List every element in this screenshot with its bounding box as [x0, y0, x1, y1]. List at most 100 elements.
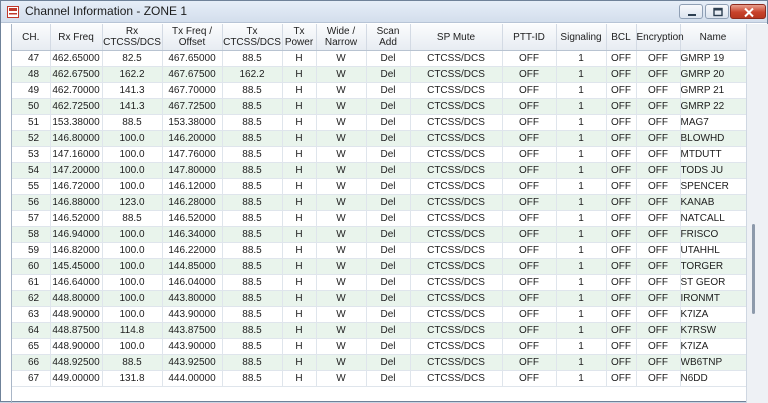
cell-encryption[interactable]: OFF	[636, 98, 681, 115]
cell-tx-freq-offset[interactable]: 146.20000	[162, 130, 223, 147]
cell-signaling[interactable]: 1	[556, 258, 607, 275]
cell-rx-ctcss-dcs[interactable]: 100.0	[102, 178, 163, 195]
cell-tx-ctcss-dcs[interactable]: 88.5	[222, 338, 283, 355]
cell-name[interactable]: FRISCO	[680, 226, 746, 243]
cell-scan-add[interactable]: Del	[366, 370, 411, 387]
cell-ch[interactable]: 52	[12, 130, 51, 147]
cell-wide-narrow[interactable]: W	[316, 130, 367, 147]
cell-tx-ctcss-dcs[interactable]: 88.5	[222, 98, 283, 115]
cell-tx-power[interactable]: H	[282, 370, 317, 387]
cell-signaling[interactable]: 1	[556, 162, 607, 179]
cell-bcl[interactable]: OFF	[606, 50, 637, 67]
cell-ptt-id[interactable]: OFF	[502, 210, 557, 227]
cell-ch[interactable]: 59	[12, 242, 51, 259]
table-row[interactable]: 67 449.00000 131.8 444.00000 88.5 H W Del CTCSS/…	[12, 370, 746, 387]
cell-encryption[interactable]: OFF	[636, 354, 681, 371]
cell-bcl[interactable]: OFF	[606, 290, 637, 307]
cell-scan-add[interactable]: Del	[366, 162, 411, 179]
cell-sp-mute[interactable]: CTCSS/DCS	[410, 146, 503, 163]
cell-wide-narrow[interactable]: W	[316, 146, 367, 163]
cell-tx-freq-offset[interactable]: 144.85000	[162, 258, 223, 275]
cell-sp-mute[interactable]: CTCSS/DCS	[410, 194, 503, 211]
cell-rx-ctcss-dcs[interactable]: 100.0	[102, 306, 163, 323]
cell-ptt-id[interactable]: OFF	[502, 50, 557, 67]
cell-signaling[interactable]: 1	[556, 50, 607, 67]
cell-tx-ctcss-dcs[interactable]: 88.5	[222, 194, 283, 211]
cell-tx-ctcss-dcs[interactable]: 88.5	[222, 210, 283, 227]
cell-signaling[interactable]: 1	[556, 130, 607, 147]
cell-name[interactable]: ST GEOR	[680, 274, 746, 291]
cell-tx-ctcss-dcs[interactable]: 88.5	[222, 274, 283, 291]
cell-ptt-id[interactable]: OFF	[502, 114, 557, 131]
cell-tx-ctcss-dcs[interactable]: 88.5	[222, 354, 283, 371]
cell-tx-freq-offset[interactable]: 153.38000	[162, 114, 223, 131]
table-row[interactable]: 51 153.38000 88.5 153.38000 88.5 H W Del CTCSS/D…	[12, 114, 746, 131]
cell-name[interactable]: K7RSW	[680, 322, 746, 339]
cell-wide-narrow[interactable]: W	[316, 322, 367, 339]
cell-tx-power[interactable]: H	[282, 274, 317, 291]
column-header-scan-add[interactable]: Scan Add	[366, 24, 411, 51]
cell-ptt-id[interactable]: OFF	[502, 306, 557, 323]
cell-rx-ctcss-dcs[interactable]: 100.0	[102, 130, 163, 147]
cell-ch[interactable]: 56	[12, 194, 51, 211]
cell-rx-freq[interactable]: 146.72000	[50, 178, 103, 195]
cell-tx-ctcss-dcs[interactable]: 88.5	[222, 370, 283, 387]
cell-bcl[interactable]: OFF	[606, 210, 637, 227]
cell-ptt-id[interactable]: OFF	[502, 130, 557, 147]
cell-name[interactable]: K7IZA	[680, 306, 746, 323]
cell-tx-ctcss-dcs[interactable]: 88.5	[222, 114, 283, 131]
cell-tx-freq-offset[interactable]: 443.87500	[162, 322, 223, 339]
cell-tx-power[interactable]: H	[282, 242, 317, 259]
cell-ptt-id[interactable]: OFF	[502, 322, 557, 339]
cell-rx-freq[interactable]: 448.80000	[50, 290, 103, 307]
cell-signaling[interactable]: 1	[556, 370, 607, 387]
table-row[interactable]: 63 448.90000 100.0 443.90000 88.5 H W Del CTCSS/…	[12, 306, 746, 323]
table-row[interactable]: 65 448.90000 100.0 443.90000 88.5 H W Del CTCSS/…	[12, 338, 746, 355]
channel-grid[interactable]: CH. Rx Freq Rx CTCSS/DCS Tx Freq / Offset Tx CT…	[11, 24, 746, 403]
cell-scan-add[interactable]: Del	[366, 194, 411, 211]
cell-rx-ctcss-dcs[interactable]: 88.5	[102, 210, 163, 227]
cell-scan-add[interactable]: Del	[366, 130, 411, 147]
cell-tx-power[interactable]: H	[282, 178, 317, 195]
cell-name[interactable]: UTAHHL	[680, 242, 746, 259]
cell-sp-mute[interactable]: CTCSS/DCS	[410, 354, 503, 371]
cell-rx-ctcss-dcs[interactable]: 141.3	[102, 82, 163, 99]
cell-name[interactable]: TODS JU	[680, 162, 746, 179]
column-header-tx-ctcss-dcs[interactable]: Tx CTCSS/DCS	[222, 24, 283, 51]
maximize-button[interactable]	[705, 4, 729, 19]
column-header-tx-power[interactable]: Tx Power	[282, 24, 317, 51]
cell-bcl[interactable]: OFF	[606, 370, 637, 387]
cell-ptt-id[interactable]: OFF	[502, 178, 557, 195]
cell-ch[interactable]: 64	[12, 322, 51, 339]
cell-signaling[interactable]: 1	[556, 82, 607, 99]
cell-scan-add[interactable]: Del	[366, 114, 411, 131]
cell-sp-mute[interactable]: CTCSS/DCS	[410, 162, 503, 179]
cell-scan-add[interactable]: Del	[366, 82, 411, 99]
cell-name[interactable]: GMRP 22	[680, 98, 746, 115]
cell-rx-ctcss-dcs[interactable]: 100.0	[102, 290, 163, 307]
cell-signaling[interactable]: 1	[556, 290, 607, 307]
cell-encryption[interactable]: OFF	[636, 162, 681, 179]
cell-encryption[interactable]: OFF	[636, 338, 681, 355]
cell-bcl[interactable]: OFF	[606, 338, 637, 355]
close-button[interactable]	[730, 4, 766, 19]
cell-wide-narrow[interactable]: W	[316, 98, 367, 115]
cell-signaling[interactable]: 1	[556, 226, 607, 243]
cell-tx-power[interactable]: H	[282, 306, 317, 323]
cell-sp-mute[interactable]: CTCSS/DCS	[410, 82, 503, 99]
cell-rx-ctcss-dcs[interactable]: 88.5	[102, 114, 163, 131]
cell-bcl[interactable]: OFF	[606, 114, 637, 131]
table-row[interactable]: 50 462.72500 141.3 467.72500 88.5 H W Del CTCSS/…	[12, 98, 746, 115]
cell-ch[interactable]: 65	[12, 338, 51, 355]
cell-wide-narrow[interactable]: W	[316, 306, 367, 323]
cell-rx-freq[interactable]: 448.90000	[50, 306, 103, 323]
cell-rx-freq[interactable]: 462.72500	[50, 98, 103, 115]
cell-ch[interactable]: 51	[12, 114, 51, 131]
cell-sp-mute[interactable]: CTCSS/DCS	[410, 370, 503, 387]
cell-tx-freq-offset[interactable]: 467.65000	[162, 50, 223, 67]
table-row[interactable]: 56 146.88000 123.0 146.28000 88.5 H W Del CTCSS/…	[12, 194, 746, 211]
cell-rx-ctcss-dcs[interactable]: 100.0	[102, 162, 163, 179]
column-header-sp-mute[interactable]: SP Mute	[410, 24, 503, 51]
cell-tx-ctcss-dcs[interactable]: 162.2	[222, 66, 283, 83]
cell-rx-freq[interactable]: 449.00000	[50, 370, 103, 387]
